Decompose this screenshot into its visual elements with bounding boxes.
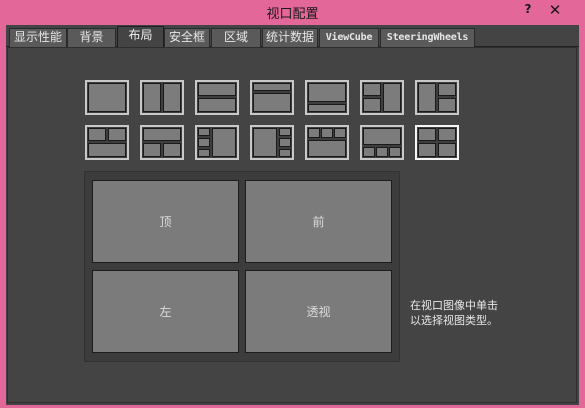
layout-cell: [363, 128, 401, 145]
layout-cell: [438, 98, 456, 112]
layout-cell: [198, 149, 210, 157]
layout-cell: [308, 104, 346, 112]
tab-display-performance[interactable]: 显示性能: [9, 28, 67, 47]
layout-cell: [389, 147, 401, 157]
layout-cell: [321, 128, 333, 138]
layout-option-6[interactable]: [360, 80, 404, 115]
layout-cell: [279, 149, 291, 157]
layout-cell: [88, 128, 106, 141]
viewport-preview: 顶 前 左 透视: [84, 171, 400, 362]
layout-cell: [438, 143, 456, 157]
window-title: 视口配置: [266, 7, 319, 22]
layout-panel: 顶 前 左 透视 在视口图像中单击 以选择视图类型。: [7, 47, 577, 403]
layout-cell: [163, 83, 181, 112]
viewport-left[interactable]: 左: [92, 270, 239, 353]
layout-cell: [363, 83, 381, 96]
hint-line-1: 在视口图像中单击: [410, 299, 498, 312]
layout-option-2[interactable]: [140, 80, 184, 115]
layout-cell: [253, 128, 277, 157]
tab-layout[interactable]: 布局: [117, 26, 164, 48]
layout-cell: [253, 93, 291, 112]
layout-option-3[interactable]: [195, 80, 239, 115]
layout-cell: [198, 98, 236, 112]
layout-cell: [438, 128, 456, 141]
layout-cell: [438, 83, 456, 96]
layout-cell: [418, 128, 436, 141]
tab-viewcube[interactable]: ViewCube: [319, 28, 379, 47]
layout-cell: [363, 98, 381, 112]
layout-cell: [308, 140, 346, 157]
hint-line-2: 以选择视图类型。: [410, 314, 498, 327]
tab-statistics[interactable]: 统计数据: [262, 28, 318, 47]
layout-cell: [383, 83, 401, 112]
layout-option-4[interactable]: [250, 80, 294, 115]
layout-cell: [88, 83, 126, 112]
layout-cell: [143, 143, 161, 157]
viewport-top[interactable]: 顶: [92, 180, 239, 263]
layout-option-8[interactable]: [85, 125, 129, 160]
hint-text: 在视口图像中单击 以选择视图类型。: [410, 298, 570, 328]
dialog-body: 显示性能 背景 布局 安全框 区域 统计数据 ViewCube Steering…: [6, 25, 579, 405]
tab-steeringwheels[interactable]: SteeringWheels: [380, 28, 475, 47]
layout-cell: [143, 128, 181, 141]
layout-cell: [163, 143, 181, 157]
layout-cell: [198, 128, 210, 136]
tab-strip: 显示性能 背景 布局 安全框 区域 统计数据 ViewCube Steering…: [6, 25, 579, 48]
layout-option-10[interactable]: [195, 125, 239, 160]
layout-cell: [363, 147, 375, 157]
layout-cell: [198, 138, 210, 147]
layout-cell: [308, 128, 320, 138]
title-bar: 视口配置 ? ✕: [0, 0, 585, 25]
tab-background[interactable]: 背景: [67, 28, 116, 47]
viewport-perspective[interactable]: 透视: [245, 270, 392, 353]
help-button[interactable]: ?: [519, 1, 537, 19]
layout-cell: [279, 138, 291, 147]
layout-option-5[interactable]: [305, 80, 349, 115]
layout-option-9[interactable]: [140, 125, 184, 160]
close-button[interactable]: ✕: [546, 2, 564, 20]
layout-cell: [253, 83, 291, 91]
layout-cell: [334, 128, 346, 138]
layout-cell: [143, 83, 161, 112]
layout-cell: [212, 128, 236, 157]
layout-option-12[interactable]: [305, 125, 349, 160]
layout-cell: [418, 83, 436, 112]
tab-safe-frame[interactable]: 安全框: [164, 28, 210, 47]
layout-cell: [108, 128, 126, 141]
tab-regions[interactable]: 区域: [211, 28, 261, 47]
layout-cell: [88, 143, 126, 157]
layout-option-13[interactable]: [360, 125, 404, 160]
layout-cell: [418, 143, 436, 157]
layout-cell: [279, 128, 291, 136]
viewport-front[interactable]: 前: [245, 180, 392, 263]
layout-cell: [308, 83, 346, 102]
layout-option-7[interactable]: [415, 80, 459, 115]
layout-option-11[interactable]: [250, 125, 294, 160]
layout-option-1[interactable]: [85, 80, 129, 115]
layout-cell: [376, 147, 388, 157]
layout-option-14-selected[interactable]: [415, 125, 459, 160]
layout-cell: [198, 83, 236, 96]
